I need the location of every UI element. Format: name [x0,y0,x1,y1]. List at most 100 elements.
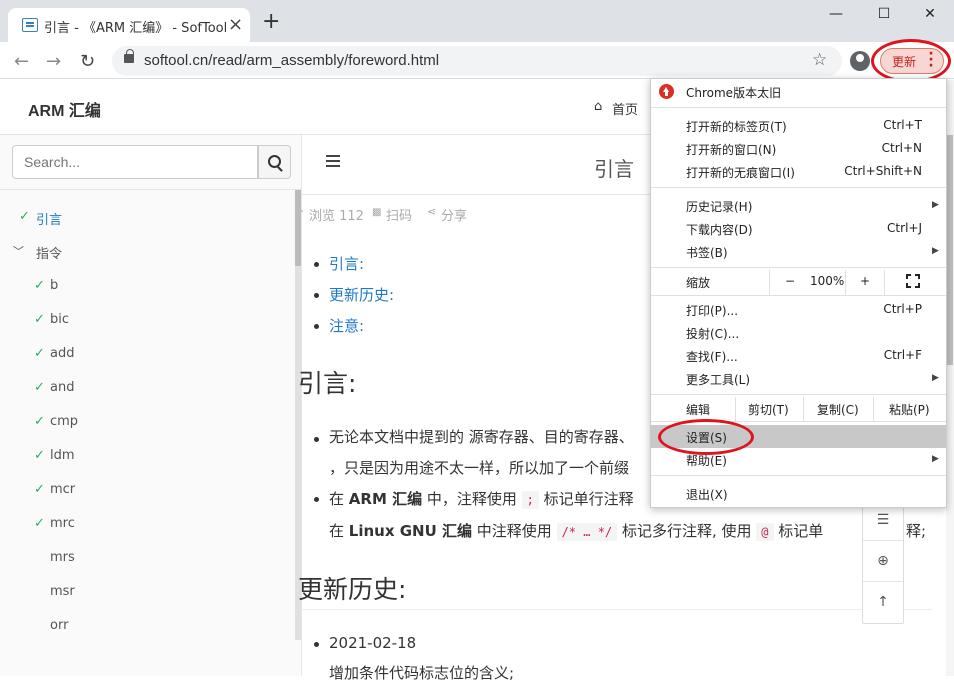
tab-close-icon[interactable]: × [228,14,243,35]
menu-new-window-shortcut: Ctrl+N [881,141,922,155]
inline-code: /* … */ [556,523,618,541]
check-icon: ✓ [34,482,45,497]
annotation-ellipse [658,419,754,455]
bold-text: ARM 汇编 [348,490,423,508]
menu-history[interactable]: 历史记录(H) [686,198,752,215]
check-icon: ✓ [34,516,45,531]
menu-exit[interactable]: 退出(X) [686,486,728,503]
submenu-arrow-icon: ▶ [932,454,939,464]
sidebar-item-add[interactable]: add [50,346,74,361]
list-icon[interactable]: ☰ [862,512,904,528]
sidebar-item-msr[interactable]: msr [50,584,75,599]
home-link[interactable]: 首页 [612,99,638,118]
corner [906,274,911,279]
lock-icon[interactable] [124,49,134,63]
heading-history: 更新历史: [298,575,407,604]
fullscreen-icon[interactable] [906,274,920,288]
menu-new-window[interactable]: 打开新的窗口(N) [686,141,776,158]
qrcode-icon[interactable]: ▩ [372,207,381,218]
search-icon[interactable] [258,145,291,179]
text: 在 [329,490,349,508]
sidebar-item-bic[interactable]: bic [50,312,69,327]
arrow-up-icon[interactable]: ↑ [862,594,904,610]
menu-print[interactable]: 打印(P)... [686,302,738,319]
views-count: 浏览 112 [309,209,364,224]
check-icon: ✓ [34,312,45,327]
sidebar-item-cmp[interactable]: cmp [50,414,78,429]
text: 标记多行注释, 使用 [621,522,752,540]
sidebar-item-mcr[interactable]: mcr [50,482,75,497]
menu-bookmarks[interactable]: 书签(B) [686,244,728,261]
sidebar-scrollbar-thumb[interactable] [295,190,301,266]
zoom-value: 100% [810,274,845,288]
star-icon[interactable]: ☆ [812,50,827,70]
maximize-button[interactable]: ☐ [862,6,906,26]
url-text[interactable]: softool.cn/read/arm_assembly/foreword.ht… [144,52,439,69]
close-window-button[interactable]: ✕ [908,6,952,26]
forward-button[interactable]: → [46,51,61,72]
text: 标记单行注释 [543,490,634,508]
submenu-arrow-icon: ▶ [932,200,939,210]
history-desc: 增加条件代码标志位的含义; [329,664,515,682]
back-button[interactable]: ← [14,51,29,72]
sidebar-item-b[interactable]: b [50,278,58,293]
corner [915,283,920,288]
sidebar-divider [0,189,302,190]
check-icon: ✓ [19,209,30,224]
sidebar-item-mrc[interactable]: mrc [50,516,75,531]
sidebar-item-instructions[interactable]: 指令 [36,243,62,262]
profile-icon[interactable] [850,51,870,71]
menu-new-tab[interactable]: 打开新的标签页(T) [686,118,787,135]
intro-paragraph-line1: 无论本文档中提到的 源寄存器、目的寄存器、 [329,428,634,446]
search-input[interactable] [12,145,258,179]
menu-print-shortcut: Ctrl+P [883,302,922,316]
menu-find[interactable]: 查找(F)... [686,348,738,365]
text: 标记单 [778,522,824,540]
sidebar-item-orr[interactable]: orr [50,618,68,633]
menu-incognito-shortcut: Ctrl+Shift+N [844,164,922,178]
sidebar-item-intro[interactable]: 引言 [36,209,62,228]
plus-circle-icon[interactable]: ⊕ [862,553,904,569]
share-icon[interactable]: ⋖ [427,205,436,218]
share-link[interactable]: 分享 [441,205,467,224]
menu-cut: 剪切(T) [748,403,789,417]
menu-downloads-shortcut: Ctrl+J [887,221,922,235]
chevron-down-icon[interactable]: ﹀ [13,243,24,259]
text: 中注释使用 [472,522,552,540]
home-icon[interactable]: ⌂ [594,99,602,114]
site-title[interactable]: ARM 汇编 [28,97,101,121]
menu-downloads[interactable]: 下载内容(D) [686,221,753,238]
hamburger-icon[interactable] [326,155,340,167]
menu-update-notice[interactable]: Chrome版本太旧 [686,84,781,101]
toc-link-notes[interactable]: 注意: [329,315,364,336]
menu-paste: 粘贴(P) [889,403,930,417]
scan-link[interactable]: 扫码 [386,205,412,224]
sidebar-item-mrs[interactable]: mrs [50,550,75,565]
heading-intro: 引言: [298,369,357,398]
bullet [314,324,319,329]
menu-separator [651,187,946,188]
new-tab-button[interactable]: + [262,11,280,33]
toc-link-history[interactable]: 更新历史: [329,284,394,305]
menu-zoom-label: 缩放 [686,276,711,290]
toc-link-intro[interactable]: 引言: [329,253,364,274]
bullet [314,642,319,647]
menu-separator [651,267,946,268]
sidebar-item-ldm[interactable]: ldm [50,448,75,463]
sidebar-item-and[interactable]: and [50,380,74,395]
reload-button[interactable]: ↻ [80,51,95,72]
menu-cast[interactable]: 投射(C)... [686,325,739,342]
inline-code: @ [756,523,774,541]
minimize-button[interactable]: — [814,6,858,26]
menu-more-tools[interactable]: 更多工具(L) [686,371,750,388]
submenu-arrow-icon: ▶ [932,246,939,256]
divider [863,540,903,541]
page-scrollbar-thumb[interactable] [947,135,953,365]
menu-find-shortcut: Ctrl+F [883,348,922,362]
annotation-ellipse [871,39,951,83]
menu-separator [651,107,946,108]
check-icon: ✓ [34,346,45,361]
menu-incognito[interactable]: 打开新的无痕窗口(I) [686,164,795,181]
submenu-arrow-icon: ▶ [932,373,939,383]
intro-paragraph-line2: ，只是因为用途不太一样，所以加了一个前缀 [329,459,630,477]
